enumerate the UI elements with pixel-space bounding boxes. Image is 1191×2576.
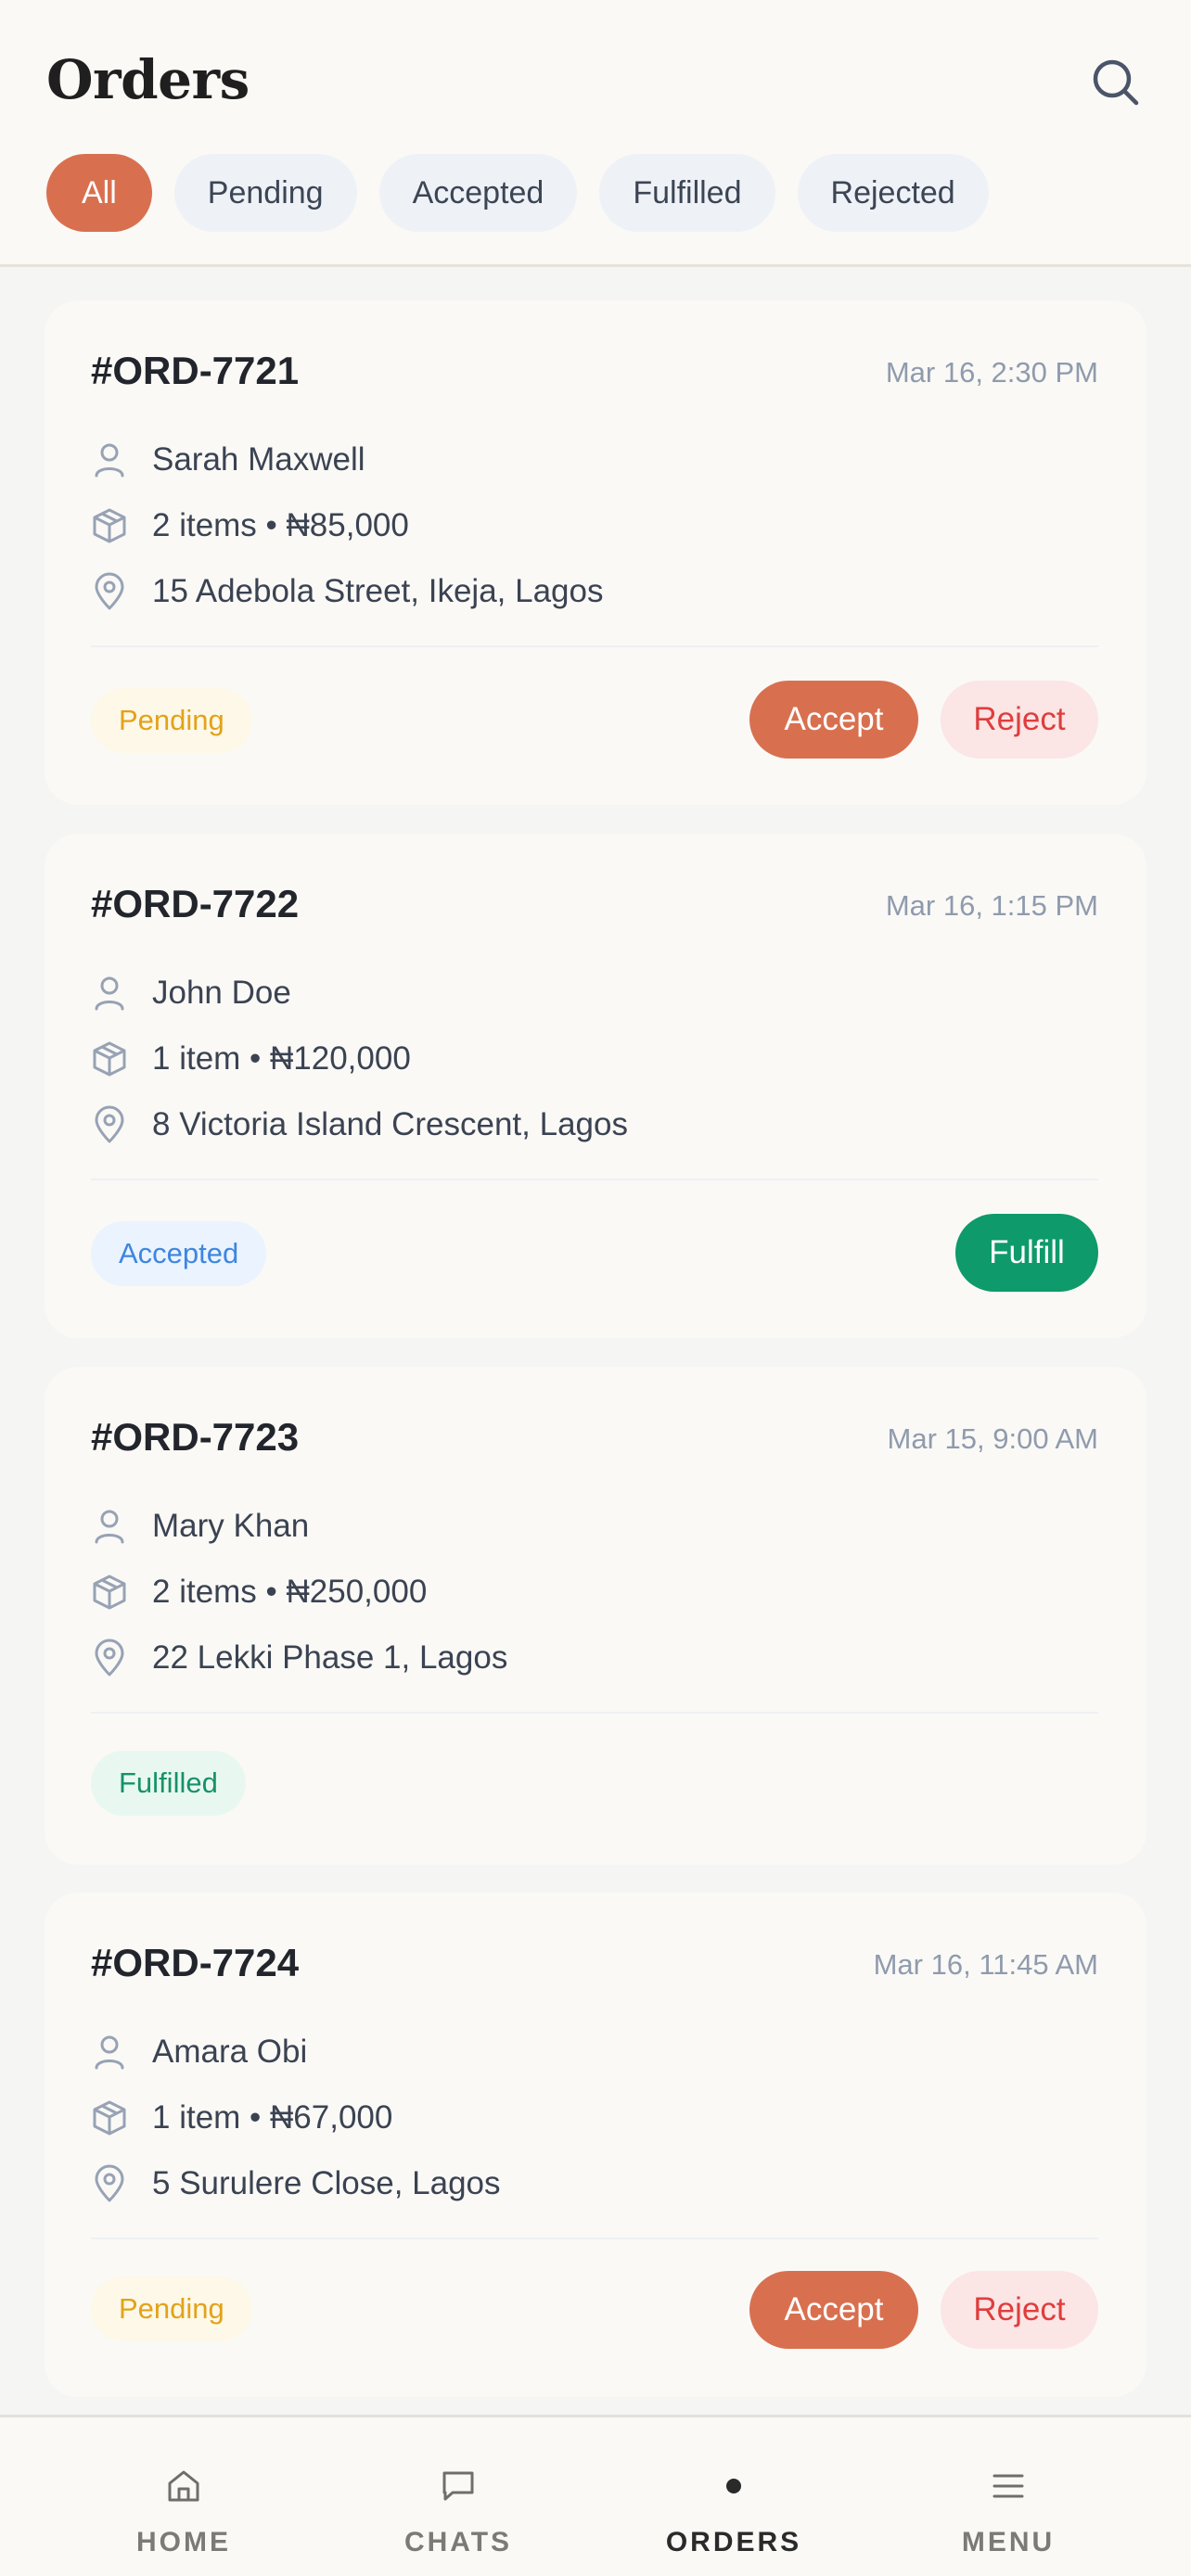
bottom-nav: HOME CHATS ORDERS MENU [0,2415,1191,2576]
package-icon [91,2099,128,2136]
customer-row: Amara Obi [91,2026,307,2078]
items-summary: 1 item • ₦67,000 [152,2099,393,2136]
delivery-address: 5 Surulere Close, Lagos [152,2165,501,2201]
address-row: 22 Lekki Phase 1, Lagos [91,1632,507,1684]
location-pin-icon [91,1105,128,1143]
order-id: #ORD-7721 [91,349,300,392]
card-divider [91,1712,1098,1714]
filter-chips: All Pending Accepted Fulfilled Rejected [46,154,989,232]
items-summary: 2 items • ₦250,000 [152,1574,428,1610]
nav-item-menu[interactable]: MENU [869,2417,1147,2576]
order-id: #ORD-7722 [91,882,300,925]
order-time: Mar 16, 1:15 PM [885,889,1098,922]
order-time: Mar 16, 11:45 AM [873,1948,1098,1981]
accept-button[interactable]: Accept [749,681,918,759]
items-row: 1 item • ₦67,000 [91,2092,392,2144]
filter-chip-accepted[interactable]: Accepted [378,154,578,232]
order-time: Mar 15, 9:00 AM [887,1422,1098,1455]
customer-name: Sarah Maxwell [152,441,365,478]
user-icon [91,441,128,478]
fulfill-button[interactable]: Fulfill [955,1214,1098,1292]
customer-name: John Doe [152,975,291,1011]
order-card[interactable]: #ORD-7724 Mar 16, 11:45 AM Amara Obi 1 i… [45,1893,1146,2397]
reject-button[interactable]: Reject [941,2271,1098,2349]
address-row: 8 Victoria Island Crescent, Lagos [91,1099,628,1151]
delivery-address: 22 Lekki Phase 1, Lagos [152,1639,508,1676]
menu-icon [992,2474,1024,2498]
address-row: 5 Surulere Close, Lagos [91,2158,501,2210]
package-icon [91,1040,128,1078]
search-icon [1093,59,1139,106]
order-card[interactable]: #ORD-7721 Mar 16, 2:30 PM Sarah Maxwell … [45,300,1146,805]
order-card[interactable]: #ORD-7722 Mar 16, 1:15 PM John Doe 1 ite… [45,834,1146,1338]
card-divider [91,645,1098,647]
user-icon [91,1508,128,1545]
card-divider [91,2238,1098,2239]
nav-label-home: HOME [136,2527,231,2557]
header: Orders All Pending Accepted Fulfilled Re… [0,0,1191,267]
filter-chip-rejected[interactable]: Rejected [797,154,989,232]
filter-chip-all[interactable]: All [46,154,152,232]
order-id: #ORD-7724 [91,1941,300,1984]
nav-item-home[interactable]: HOME [45,2417,323,2576]
home-icon [168,2470,199,2502]
customer-row: Sarah Maxwell [91,434,365,486]
user-icon [91,2034,128,2071]
customer-row: John Doe [91,967,291,1019]
reject-button[interactable]: Reject [941,681,1098,759]
status-badge: Fulfilled [91,1751,246,1816]
order-time: Mar 16, 2:30 PM [885,356,1098,389]
search-button[interactable] [1085,52,1146,113]
order-card[interactable]: #ORD-7723 Mar 15, 9:00 AM Mary Khan 2 it… [45,1367,1146,1865]
items-summary: 2 items • ₦85,000 [152,507,409,543]
location-pin-icon [91,2164,128,2202]
filter-chip-pending[interactable]: Pending [173,154,357,232]
status-badge: Pending [91,688,252,753]
status-badge: Pending [91,2276,252,2341]
nav-label-menu: MENU [961,2527,1056,2557]
delivery-address: 15 Adebola Street, Ikeja, Lagos [152,573,604,609]
nav-item-orders[interactable]: ORDERS [595,2417,873,2576]
nav-label-orders: ORDERS [665,2527,802,2557]
status-badge: Accepted [91,1221,267,1286]
items-row: 2 items • ₦85,000 [91,500,409,552]
app-root: Orders All Pending Accepted Fulfilled Re… [0,0,1191,2576]
location-pin-icon [91,1639,128,1677]
user-icon [91,975,128,1012]
package-icon [91,1574,128,1611]
items-summary: 1 item • ₦120,000 [152,1040,411,1077]
dot-icon [726,2479,741,2493]
card-divider [91,1179,1098,1180]
package-icon [91,507,128,544]
items-row: 1 item • ₦120,000 [91,1033,411,1085]
items-row: 2 items • ₦250,000 [91,1566,427,1618]
address-row: 15 Adebola Street, Ikeja, Lagos [91,566,603,618]
page-title: Orders [46,48,250,111]
delivery-address: 8 Victoria Island Crescent, Lagos [152,1106,628,1142]
customer-name: Mary Khan [152,1508,310,1544]
filter-chip-fulfilled[interactable]: Fulfilled [599,154,775,232]
customer-row: Mary Khan [91,1500,309,1552]
customer-name: Amara Obi [152,2034,308,2070]
order-id: #ORD-7723 [91,1415,300,1459]
chat-icon [442,2471,474,2501]
nav-item-chats[interactable]: CHATS [319,2417,597,2576]
nav-label-chats: CHATS [403,2527,513,2557]
accept-button[interactable]: Accept [749,2271,918,2349]
location-pin-icon [91,572,128,610]
